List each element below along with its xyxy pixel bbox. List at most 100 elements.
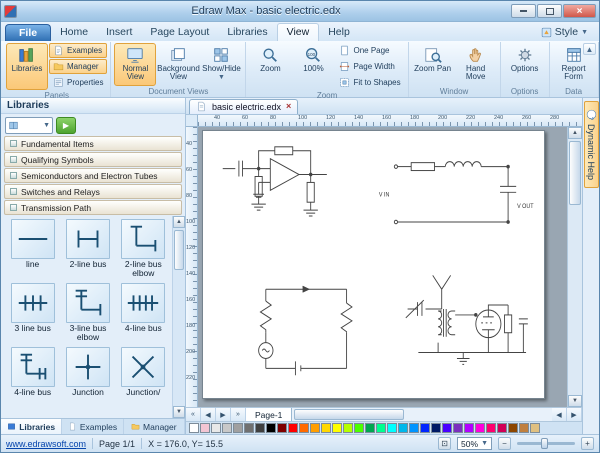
page-width-button[interactable]: Page Width [335,59,404,74]
color-swatch[interactable] [453,423,463,433]
color-swatch[interactable] [321,423,331,433]
library-scrollbar[interactable]: ▲ ▼ [172,216,185,418]
library-shape[interactable]: 3 line bus [6,283,59,345]
style-button[interactable]: Style ▼ [534,25,595,41]
prev-page-button[interactable]: ◀ [201,408,216,421]
scroll-down-icon[interactable]: ▼ [568,395,582,407]
color-swatch[interactable] [277,423,287,433]
color-swatch[interactable] [288,423,298,433]
zoom-in-button[interactable]: + [581,437,594,450]
color-swatch[interactable] [244,423,254,433]
drawing-page[interactable]: V IN V OUT [202,130,545,399]
show-hide-button[interactable]: Show/Hide ▼ [200,43,242,86]
title-bar[interactable]: Edraw Max - basic electric.edx × [1,1,599,22]
color-swatch[interactable] [508,423,518,433]
library-shape[interactable]: Junction [61,347,114,409]
drawing-canvas[interactable]: V IN V OUT [198,127,567,407]
zoom-out-button[interactable]: − [498,437,511,450]
examples-toggle-button[interactable]: Examples [49,43,107,58]
fit-to-shapes-button[interactable]: Fit to Shapes [335,75,404,90]
library-shape[interactable]: 3-line bus elbow [61,283,114,345]
tab-page-layout[interactable]: Page Layout [141,24,218,41]
color-swatch[interactable] [233,423,243,433]
horizontal-scrollbar[interactable] [292,408,552,421]
tab-view[interactable]: View [277,23,320,41]
color-swatch[interactable] [211,423,221,433]
library-shape[interactable]: 4-line bus [6,347,59,409]
color-swatch[interactable] [354,423,364,433]
scroll-up-icon[interactable]: ▲ [173,216,185,228]
next-page-button[interactable]: ▶ [216,408,231,421]
library-category[interactable]: Switches and Relays [4,184,182,199]
library-search-button[interactable]: ▶ [56,117,76,134]
library-category[interactable]: Qualifying Symbols [4,152,182,167]
scroll-track[interactable] [173,228,185,406]
tab-libraries[interactable]: Libraries [218,24,276,41]
scroll-right-icon[interactable]: ▶ [567,408,582,421]
hand-move-button[interactable]: Hand Move [455,43,497,86]
zoom-button[interactable]: Zoom [249,43,291,90]
color-swatch[interactable] [486,423,496,433]
collapse-ribbon-button[interactable]: ▲ [583,43,596,55]
color-swatch[interactable] [255,423,265,433]
color-swatch[interactable] [431,423,441,433]
library-category[interactable]: Semiconductors and Electron Tubes [4,168,182,183]
zoom-slider[interactable] [517,442,575,445]
tab-file[interactable]: File [5,24,51,41]
color-swatch[interactable] [497,423,507,433]
zoom-100-button[interactable]: 100 100% [292,43,334,90]
color-swatch[interactable] [343,423,353,433]
color-swatch[interactable] [266,423,276,433]
tab-help[interactable]: Help [319,24,359,41]
minimize-button[interactable] [511,4,536,18]
maximize-button[interactable] [537,4,562,18]
color-swatch[interactable] [442,423,452,433]
options-button[interactable]: Options [504,43,546,86]
normal-view-button[interactable]: Normal View [114,43,156,86]
color-swatch[interactable] [420,423,430,433]
page-tab[interactable]: Page-1 [246,408,292,421]
vertical-scrollbar[interactable]: ▲ ▼ [567,127,582,407]
color-swatch[interactable] [398,423,408,433]
library-shape[interactable]: 4-line bus [117,283,170,345]
color-swatch[interactable] [189,423,199,433]
zoom-pan-button[interactable]: Zoom Pan [412,43,454,86]
color-swatch[interactable] [530,423,540,433]
tab-insert[interactable]: Insert [97,24,141,41]
library-category[interactable]: Fundamental Items [4,136,182,151]
zoom-level-box[interactable]: 50% ▼ [457,437,492,450]
scroll-track[interactable] [568,139,582,395]
panel-tab-libraries[interactable]: Libraries [1,419,62,434]
color-swatch[interactable] [376,423,386,433]
library-shape[interactable]: 2-line bus elbow [117,219,170,281]
color-swatch[interactable] [222,423,232,433]
one-page-button[interactable]: One Page [335,43,404,58]
scroll-up-icon[interactable]: ▲ [568,127,582,139]
first-page-button[interactable]: « [186,408,201,421]
scroll-down-icon[interactable]: ▼ [173,406,185,418]
edrawsoft-link[interactable]: www.edrawsoft.com [6,439,86,449]
fit-window-button[interactable]: ⊡ [438,437,451,450]
color-swatch[interactable] [519,423,529,433]
library-select-dropdown[interactable]: ▼ [5,117,53,134]
color-swatch[interactable] [200,423,210,433]
scroll-thumb[interactable] [569,141,581,205]
library-category[interactable]: Transmission Path [4,200,182,215]
color-swatch[interactable] [299,423,309,433]
color-swatch[interactable] [310,423,320,433]
zoom-slider-thumb[interactable] [541,438,548,449]
scroll-thumb[interactable] [294,409,404,420]
properties-toggle-button[interactable]: Properties [49,75,107,90]
color-swatch[interactable] [365,423,375,433]
library-shape[interactable]: 2-line bus [61,219,114,281]
manager-toggle-button[interactable]: Manager [49,59,107,74]
color-swatch[interactable] [464,423,474,433]
color-swatch[interactable] [409,423,419,433]
scroll-left-icon[interactable]: ◀ [552,408,567,421]
color-swatch[interactable] [387,423,397,433]
library-shape[interactable]: line [6,219,59,281]
panel-tab-manager[interactable]: Manager [124,419,185,434]
color-swatch[interactable] [475,423,485,433]
document-tab[interactable]: basic electric.edx × [189,99,298,114]
tab-home[interactable]: Home [51,24,97,41]
